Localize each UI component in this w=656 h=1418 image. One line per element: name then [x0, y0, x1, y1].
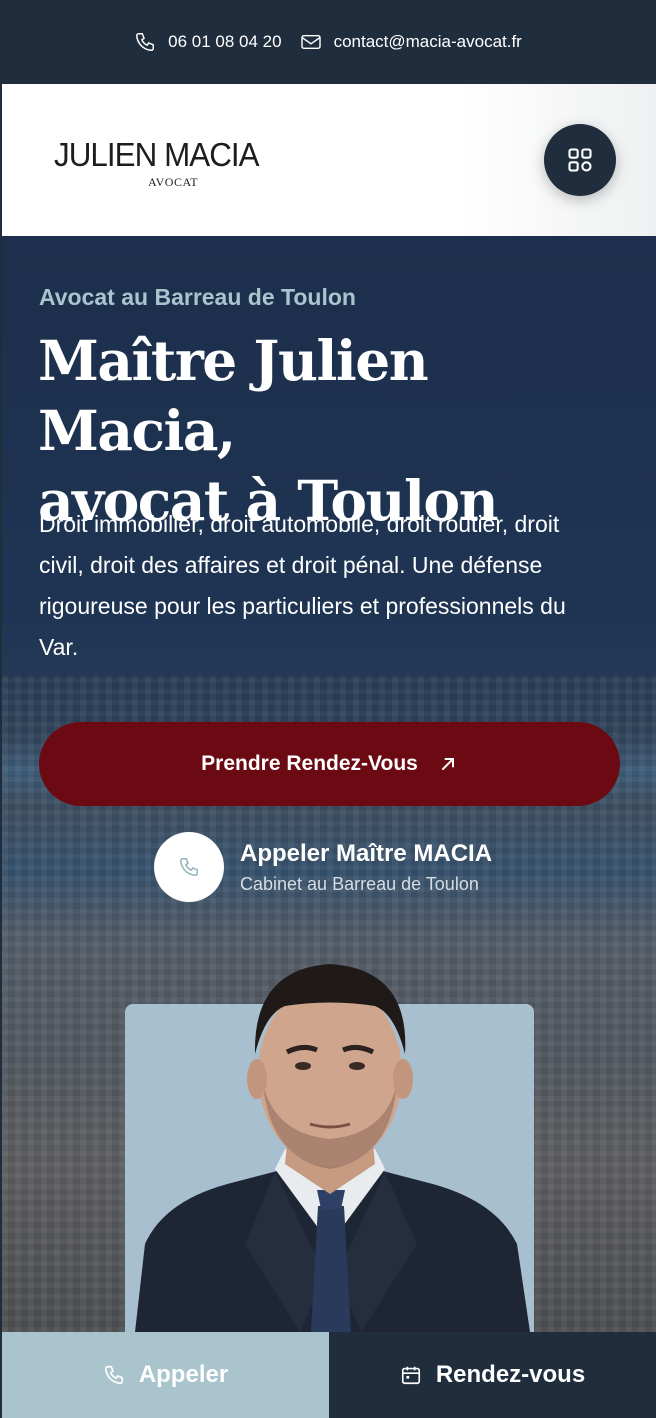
- lawyer-portrait: [135, 964, 530, 1332]
- bottom-action-bar: Appeler Rendez-vous: [2, 1332, 656, 1418]
- site-logo[interactable]: JULIEN MACIA AVOCAT: [54, 130, 304, 190]
- logo-subtitle: AVOCAT: [148, 175, 199, 189]
- email-link[interactable]: contact@macia-avocat.fr: [300, 32, 522, 52]
- call-title: Appeler Maître MACIA: [240, 839, 493, 867]
- mail-icon: [300, 34, 321, 50]
- email-address: contact@macia-avocat.fr: [333, 32, 522, 51]
- phone-icon: [180, 858, 198, 876]
- top-contact-bar: 06 01 08 04 20 contact@macia-avocat.fr: [0, 0, 656, 84]
- phone-icon: [104, 1365, 123, 1385]
- hero-lead: Droit immobilier, droit automobile, droi…: [39, 511, 566, 660]
- hero-section: Avocat au Barreau de Toulon Maître Julie…: [2, 236, 656, 1332]
- menu-button[interactable]: [544, 124, 616, 196]
- arrow-up-right-icon: [441, 758, 454, 770]
- call-icon-circle: [154, 832, 224, 902]
- logo-name: JULIEN MACIA: [54, 136, 260, 173]
- hero-kicker: Avocat au Barreau de Toulon: [39, 284, 356, 310]
- call-lawyer-link[interactable]: Appeler Maître MACIA Cabinet au Barreau …: [154, 832, 492, 902]
- call-subtitle: Cabinet au Barreau de Toulon: [240, 873, 479, 894]
- bottom-appointment-button[interactable]: Rendez-vous: [329, 1332, 656, 1418]
- bottom-call-label: Appeler: [138, 1361, 229, 1388]
- book-appointment-button[interactable]: Prendre Rendez-Vous: [39, 722, 620, 806]
- phone-link[interactable]: 06 01 08 04 20: [134, 31, 282, 53]
- phone-icon: [136, 33, 155, 51]
- bottom-call-button[interactable]: Appeler: [2, 1332, 329, 1418]
- site-header: JULIEN MACIA AVOCAT: [2, 84, 656, 236]
- hero-title-line1: Maître Julien Macia,: [38, 328, 429, 463]
- phone-number: 06 01 08 04 20: [168, 32, 282, 51]
- grid-menu-icon: [568, 148, 592, 172]
- bottom-appointment-label: Rendez-vous: [435, 1361, 586, 1388]
- book-appointment-label: Prendre Rendez-Vous: [201, 752, 418, 775]
- calendar-icon: [401, 1366, 420, 1385]
